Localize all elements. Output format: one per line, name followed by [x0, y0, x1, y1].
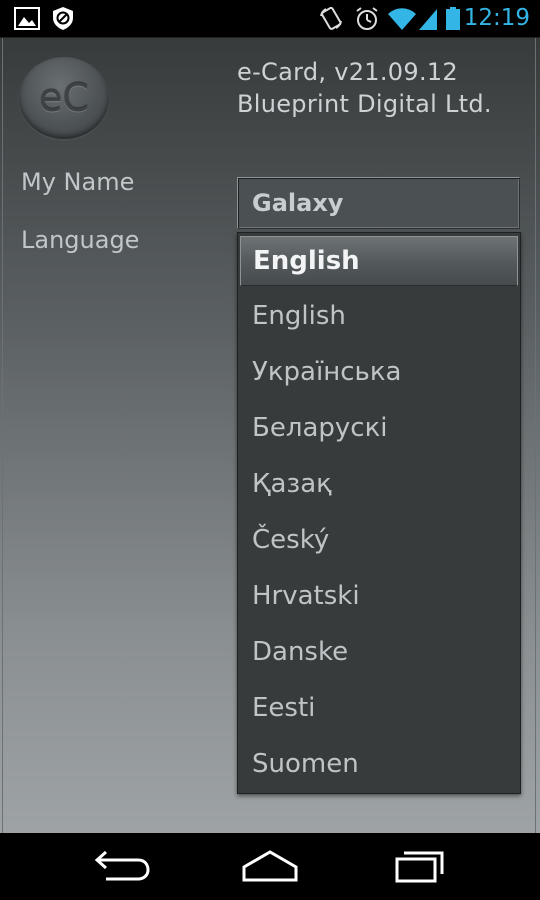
- language-option-ukrainian[interactable]: Українська: [238, 344, 520, 400]
- sync-icon: [318, 6, 344, 31]
- home-icon[interactable]: [235, 847, 305, 887]
- app-company: Blueprint Digital Ltd.: [237, 90, 492, 118]
- my-name-label: My Name: [21, 168, 135, 196]
- language-option-danish[interactable]: Danske: [238, 624, 520, 680]
- gallery-icon: [14, 6, 40, 31]
- language-option-finnish[interactable]: Suomen: [238, 736, 520, 792]
- language-option-english[interactable]: English: [238, 288, 520, 344]
- status-bar: 12:19: [0, 0, 540, 37]
- navigation-bar: [0, 833, 540, 900]
- app-version: e-Card, v21.09.12: [237, 58, 459, 86]
- language-option-czech[interactable]: Český: [238, 512, 520, 568]
- language-dropdown-list: English English Українська Беларускі Қаз…: [237, 232, 521, 794]
- language-option-belarusian[interactable]: Беларускі: [238, 400, 520, 456]
- wifi-icon: [387, 6, 417, 31]
- alarm-icon: [354, 6, 380, 31]
- language-selected-option[interactable]: English: [240, 236, 518, 286]
- app-content: eC e-Card, v21.09.12 Blueprint Digital L…: [0, 37, 540, 834]
- language-label: Language: [21, 226, 140, 254]
- signal-icon: [417, 6, 439, 31]
- back-icon[interactable]: [86, 847, 156, 887]
- language-option-croatian[interactable]: Hrvatski: [238, 568, 520, 624]
- phone-screen: 12:19 eC e-Card, v21.09.12 Blueprint Dig…: [0, 0, 540, 900]
- battery-icon: [445, 6, 461, 31]
- logo-text: eC: [39, 76, 89, 120]
- block-icon: [51, 6, 75, 31]
- recents-icon[interactable]: [384, 847, 454, 887]
- my-name-input[interactable]: Galaxy: [237, 177, 520, 229]
- language-option-estonian[interactable]: Eesti: [238, 680, 520, 736]
- app-logo: eC: [19, 57, 109, 139]
- language-option-kazakh[interactable]: Қазақ: [238, 456, 520, 512]
- status-time: 12:19: [463, 5, 530, 31]
